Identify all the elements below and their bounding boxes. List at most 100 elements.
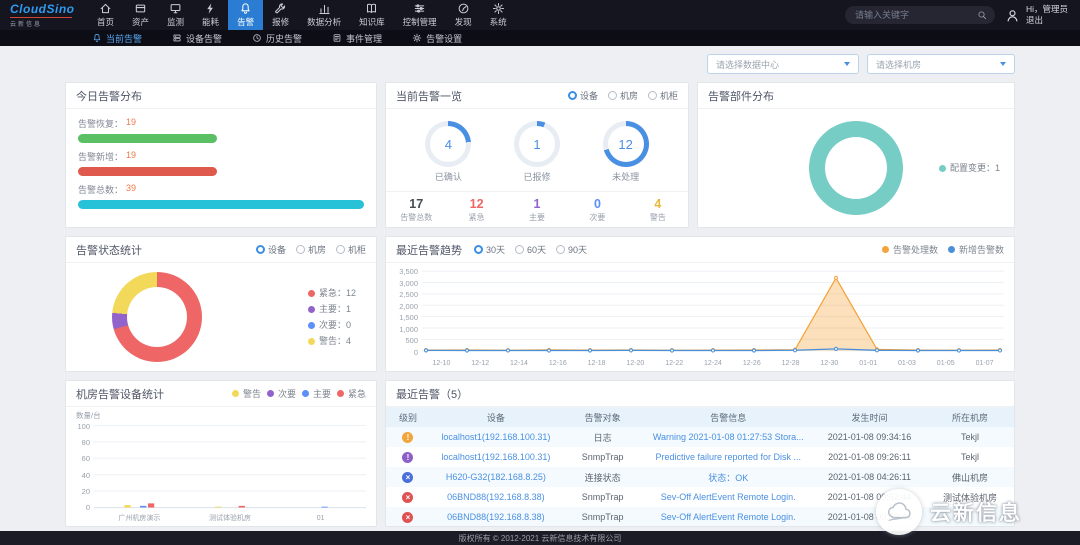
alarm-info-link[interactable]: Warning 2021-01-08 01:27:53 Stora...	[643, 427, 814, 447]
legend-item[interactable]: 主要：1	[307, 301, 356, 317]
radio-option[interactable]: 机柜	[335, 243, 366, 256]
panel-title: 最近告警（5）	[396, 388, 469, 401]
radio-label: 机房	[307, 245, 326, 255]
legend-label: 次要：0	[318, 320, 351, 330]
radio-option[interactable]: 设备	[567, 89, 598, 102]
legend-dot	[301, 390, 309, 397]
nav-item[interactable]: 发现	[446, 0, 481, 30]
legend-item[interactable]: 告警处理数	[881, 242, 938, 258]
nav-item[interactable]: 控制管理	[394, 0, 446, 30]
nav-item[interactable]: 资产	[123, 0, 158, 30]
bar-label: 告警新增	[78, 152, 115, 162]
legend-item[interactable]: 紧急：12	[307, 285, 356, 301]
alarm-time-cell: 2021-01-08 00:52:44	[813, 507, 927, 526]
ring-indicator[interactable]: 12 未处理	[602, 121, 649, 183]
table-row[interactable]: ! localhost1(192.168.100.31) SnmpTrap Pr…	[386, 447, 1014, 467]
nav-item[interactable]: 首页	[88, 0, 123, 30]
radio-option[interactable]: 30天	[474, 243, 505, 256]
legend-item[interactable]: 主要	[301, 386, 331, 402]
subnav-item[interactable]: 历史告警	[252, 32, 302, 45]
search-icon[interactable]	[977, 10, 987, 20]
alarm-info-link[interactable]: Sev-Off AlertEvent Remote Login.	[643, 507, 814, 526]
stat-value: 17	[409, 197, 424, 211]
legend-item[interactable]: 警告	[231, 386, 261, 402]
axis-tick: 1,000	[399, 324, 418, 334]
radio-option[interactable]: 机房	[295, 243, 326, 256]
alarm-subnav: 当前告警 设备告警 历史告警 事件管理 告警设置	[0, 30, 1080, 46]
legend-item[interactable]: 警告：4	[307, 333, 356, 349]
device-link[interactable]: 06BND88(192.168.8.38)	[430, 487, 562, 507]
legend-item[interactable]: 新增告警数	[947, 242, 1004, 258]
axis-tick: 12-28	[781, 359, 800, 367]
bar-value: 39	[126, 183, 137, 193]
panel-alarm-overview: 当前告警一览 设备 机房 机柜 4 已确认 1 已报修 12 未处理 17 告警…	[385, 82, 689, 228]
stat-value: 0	[593, 197, 601, 211]
nav-item[interactable]: 告警	[228, 0, 264, 30]
radio-label: 机房	[619, 91, 638, 101]
alarm-object-cell: 连接状态	[561, 467, 644, 487]
bar	[78, 134, 218, 143]
nav-item[interactable]: 知识库	[350, 0, 394, 30]
axis-tick: 2,500	[399, 290, 418, 300]
stat-label: 警告	[649, 213, 666, 222]
device-link[interactable]: localhost1(192.168.100.31)	[429, 427, 562, 447]
table-row[interactable]: × 06BND88(192.168.8.38) SnmpTrap Sev-Off…	[386, 507, 1014, 526]
datacenter-select-value: 请选择数据中心	[716, 59, 780, 70]
discover-icon	[457, 2, 470, 15]
logout-link[interactable]: 退出	[1026, 15, 1068, 26]
alarm-info-link[interactable]: Predictive failure reported for Disk ...	[643, 447, 813, 467]
system-icon	[492, 2, 505, 15]
room-select[interactable]: 请选择机房	[867, 54, 1015, 74]
ring-indicator[interactable]: 4 已确认	[425, 121, 472, 183]
major-severity-icon: !	[402, 451, 414, 463]
event-icon	[332, 33, 342, 43]
table-row[interactable]: × H620-G32(182.168.8.25) 连接状态 状态：OK 2021…	[386, 467, 1014, 487]
user-icon[interactable]	[1005, 8, 1020, 23]
radio-label: 设备	[579, 91, 598, 101]
device-link[interactable]: H620-G32(182.168.8.25)	[429, 467, 562, 487]
legend-item[interactable]: 紧急	[336, 386, 366, 402]
axis-tick: 12-16	[548, 359, 567, 367]
axis-tick: 80	[81, 438, 90, 448]
nav-item[interactable]: 报修	[263, 0, 298, 30]
recent-alarms-table: 级别 设备 告警对象 告警信息 发生时间 所在机房 ! localhost1(192.16…	[386, 407, 1014, 526]
alarm-info-link[interactable]: Sev-Off AlertEvent Remote Login.	[643, 487, 813, 507]
asset-icon	[134, 2, 147, 15]
nav-item[interactable]: 监测	[158, 0, 193, 30]
device-link[interactable]: localhost1(192.168.100.31)	[430, 447, 562, 467]
radio-dot	[647, 91, 657, 100]
alarm-info-link[interactable]: 状态：OK	[643, 467, 814, 487]
table-row[interactable]: ! localhost1(192.168.100.31) 日志 Warning …	[386, 427, 1014, 447]
nav-item[interactable]: 能耗	[193, 0, 228, 30]
nav-item[interactable]: 系统	[481, 0, 516, 30]
subnav-item[interactable]: 当前告警	[92, 32, 142, 45]
legend-item[interactable]: 次要	[266, 386, 296, 402]
datacenter-select[interactable]: 请选择数据中心	[707, 54, 859, 74]
subnav-item[interactable]: 告警设置	[412, 32, 462, 45]
stat-item: 0 次要	[567, 192, 627, 227]
subnav-item[interactable]: 事件管理	[332, 32, 382, 45]
global-search[interactable]	[844, 6, 995, 24]
ring-indicator[interactable]: 1 已报修	[513, 121, 560, 183]
bar	[78, 167, 218, 176]
device-link[interactable]: 06BND88(192.168.8.38)	[429, 507, 562, 526]
nav-item[interactable]: 数据分析	[298, 0, 350, 30]
subnav-item[interactable]: 设备告警	[172, 32, 222, 45]
radio-option[interactable]: 设备	[255, 243, 286, 256]
radio-option[interactable]: 60天	[515, 243, 546, 256]
panel-component-distribution: 告警部件分布 配置变更：1	[697, 82, 1015, 228]
legend-dot	[947, 246, 955, 253]
radio-option[interactable]: 机房	[607, 89, 638, 102]
bar-label: 告警总数	[78, 185, 115, 195]
brand-logo[interactable]: CloudSino 云新信息	[0, 0, 88, 30]
axis-tick: 12-20	[626, 359, 645, 367]
ring-label: 未处理	[612, 172, 640, 182]
radio-option[interactable]: 90天	[556, 243, 587, 256]
table-row[interactable]: × 06BND88(192.168.8.38) SnmpTrap Sev-Off…	[386, 487, 1014, 507]
nav-label: 告警	[237, 17, 255, 27]
legend-item[interactable]: 配置变更：1	[938, 160, 1000, 176]
legend-item[interactable]: 次要：0	[307, 317, 356, 333]
warning-severity-icon: !	[402, 431, 414, 443]
search-input[interactable]	[852, 9, 977, 21]
radio-option[interactable]: 机柜	[647, 89, 678, 102]
